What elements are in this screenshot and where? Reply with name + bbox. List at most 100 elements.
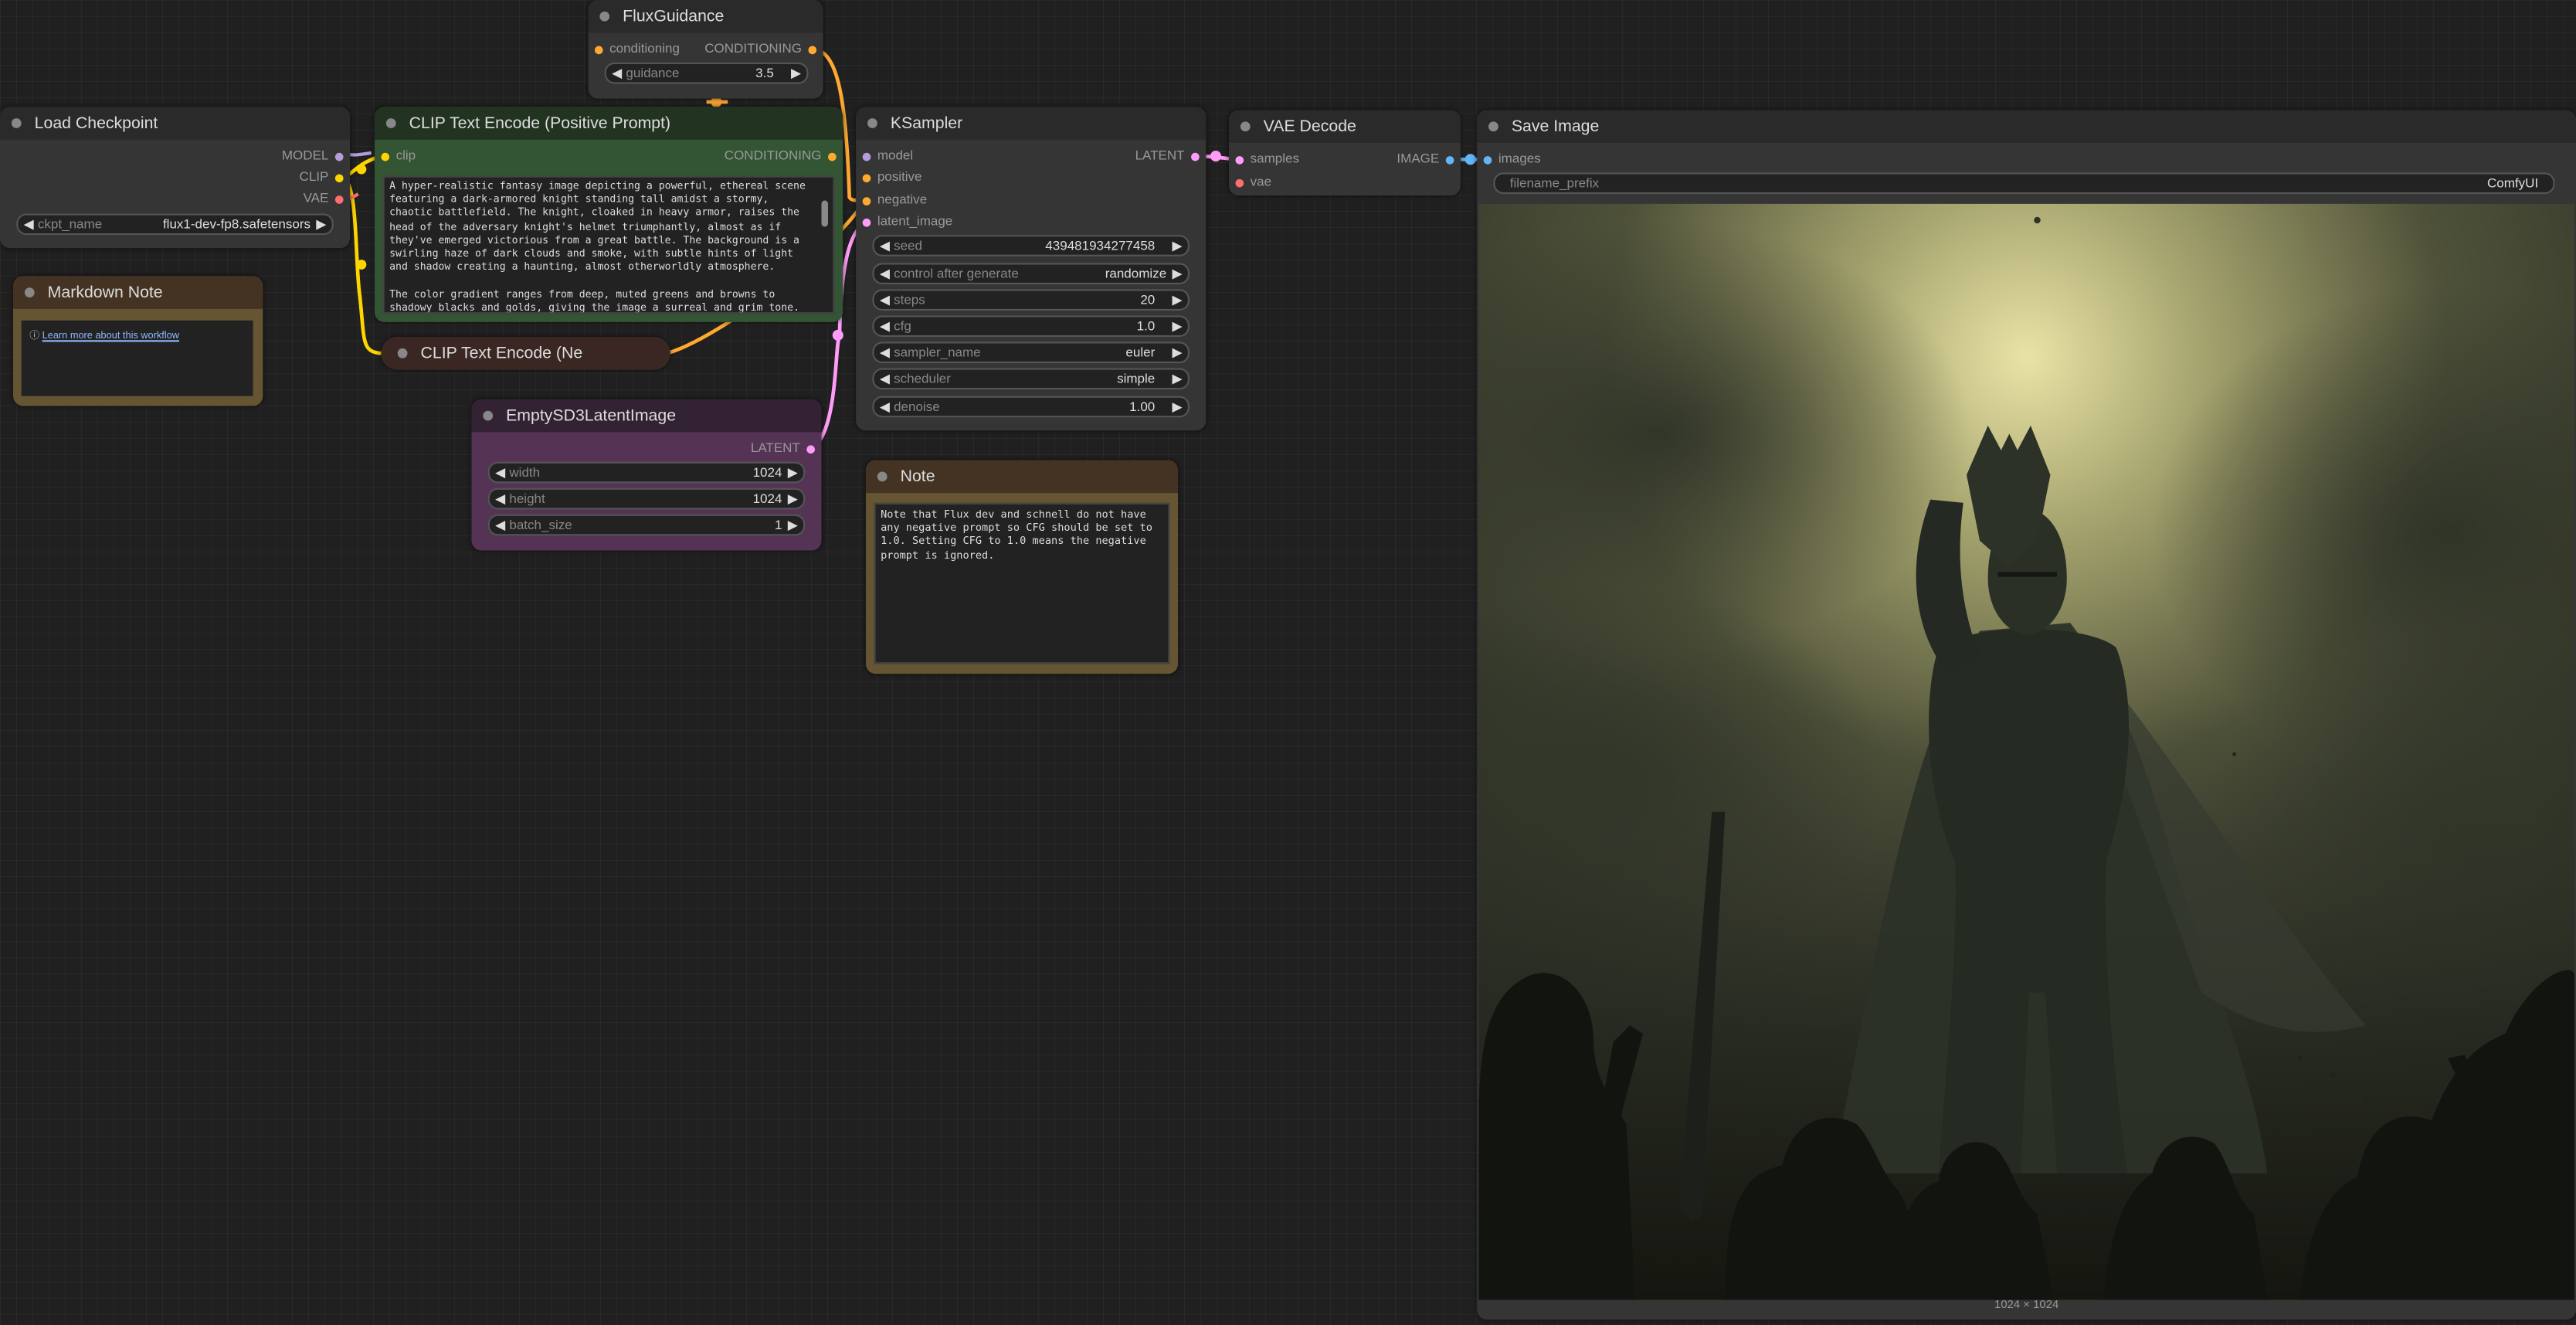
decrement-arrow-icon[interactable]: ◀ (877, 264, 892, 282)
input-samples[interactable]: samples (1229, 150, 1299, 170)
increment-arrow-icon[interactable]: ▶ (786, 490, 800, 508)
node-collapse-dot[interactable] (24, 287, 35, 297)
decrement-arrow-icon[interactable]: ◀ (877, 344, 892, 362)
note-node[interactable]: Note Note that Flux dev and schnell do n… (865, 460, 1179, 674)
textarea-scrollbar[interactable] (820, 181, 830, 309)
save-image-node[interactable]: Save Image images filename_prefix ComfyU… (1477, 110, 2576, 1320)
decrement-arrow-icon[interactable]: ◀ (877, 370, 892, 388)
output-image[interactable]: IMAGE (1397, 150, 1460, 170)
image-preview[interactable] (1478, 203, 2575, 1300)
decrement-arrow-icon[interactable]: ◀ (493, 464, 507, 481)
output-clip[interactable]: CLIP (300, 168, 351, 188)
decrement-arrow-icon[interactable]: ◀ (22, 216, 36, 233)
increment-arrow-icon[interactable]: ▶ (789, 64, 803, 82)
sampler-name-widget[interactable]: ◀ sampler_name euler ▶ (872, 341, 1190, 364)
increment-arrow-icon[interactable]: ▶ (786, 516, 800, 534)
increment-arrow-icon[interactable]: ▶ (1169, 236, 1184, 254)
widget-value: 1 (774, 518, 782, 533)
node-collapse-dot[interactable] (385, 118, 396, 128)
slot-label: LATENT (1135, 148, 1185, 163)
input-clip[interactable]: clip (375, 146, 416, 166)
decrement-arrow-icon[interactable]: ◀ (877, 290, 892, 308)
ksampler-node[interactable]: KSampler model LATENT positive negative … (856, 107, 1207, 431)
increment-arrow-icon[interactable]: ▶ (314, 216, 328, 233)
vae-decode-node[interactable]: VAE Decode samples IMAGE vae (1228, 110, 1461, 196)
info-icon: ⓘ (29, 331, 40, 342)
denoise-widget[interactable]: ◀ denoise 1.00 ▶ (872, 396, 1190, 418)
increment-arrow-icon[interactable]: ▶ (1169, 290, 1184, 308)
slot-label: CONDITIONING (724, 148, 822, 163)
decrement-arrow-icon[interactable]: ◀ (877, 318, 892, 335)
markdown-content: ⓘ Learn more about this workflow (21, 320, 253, 396)
increment-arrow-icon[interactable]: ▶ (1169, 344, 1184, 362)
height-widget[interactable]: ◀ height 1024 ▶ (487, 488, 806, 510)
decrement-arrow-icon[interactable]: ◀ (493, 490, 507, 508)
widget-label: sampler_name (894, 345, 981, 360)
output-conditioning[interactable]: CONDITIONING (704, 39, 823, 59)
decrement-arrow-icon[interactable]: ◀ (493, 516, 507, 534)
ckpt-name-widget[interactable]: ◀ ckpt_name flux1-dev-fp8.safetensors ▶ (16, 213, 334, 236)
node-collapse-dot[interactable] (599, 11, 610, 22)
control-after-generate-widget[interactable]: ◀ control after generate randomize ▶ (872, 263, 1190, 284)
slot-label: CLIP (299, 169, 329, 185)
learn-more-link[interactable]: Learn more about this workflow (42, 332, 179, 342)
node-title: VAE Decode (1263, 117, 1356, 136)
node-collapse-dot[interactable] (11, 118, 22, 128)
filename-prefix-widget[interactable]: filename_prefix ComfyUI (1493, 172, 2555, 194)
guidance-widget[interactable]: ◀ guidance 3.5 ▶ (604, 62, 809, 84)
empty-sd3-latent-image-node[interactable]: EmptySD3LatentImage LATENT ◀ width 1024 … (471, 399, 822, 551)
input-model[interactable]: model (856, 146, 913, 166)
seed-widget[interactable]: ◀ seed 439481934277458 ▶ (872, 235, 1190, 257)
node-collapse-dot[interactable] (397, 348, 408, 358)
node-title: Save Image (1511, 117, 1600, 136)
widget-value: 3.5 (755, 66, 774, 81)
node-title: EmptySD3LatentImage (506, 406, 677, 425)
output-vae[interactable]: VAE (304, 189, 350, 209)
slot-label: CONDITIONING (704, 41, 802, 56)
load-checkpoint-node[interactable]: Load Checkpoint MODEL CLIP VAE ◀ ckpt_na… (0, 107, 351, 249)
node-collapse-dot[interactable] (867, 118, 877, 128)
node-graph-canvas[interactable]: FluxGuidance conditioning CONDITIONING ◀… (0, 0, 2576, 1324)
output-latent[interactable]: LATENT (1135, 146, 1207, 166)
input-images[interactable]: images (1477, 150, 1541, 170)
flux-guidance-node[interactable]: FluxGuidance conditioning CONDITIONING ◀… (588, 0, 823, 99)
note-textarea[interactable]: Note that Flux dev and schnell do not ha… (874, 502, 1170, 664)
cfg-widget[interactable]: ◀ cfg 1.0 ▶ (872, 315, 1190, 338)
width-widget[interactable]: ◀ width 1024 ▶ (487, 461, 806, 484)
node-collapse-dot[interactable] (1488, 121, 1498, 132)
node-collapse-dot[interactable] (1240, 121, 1251, 132)
widget-value: 1.00 (1129, 399, 1156, 415)
input-latent-image[interactable]: latent_image (856, 212, 952, 232)
output-model[interactable]: MODEL (282, 146, 350, 166)
input-negative[interactable]: negative (856, 191, 927, 211)
widget-value: ComfyUI (2487, 175, 2539, 191)
decrement-arrow-icon[interactable]: ◀ (877, 398, 892, 416)
clip-text-encode-positive-node[interactable]: CLIP Text Encode (Positive Prompt) clip … (374, 107, 843, 322)
widget-value: 439481934277458 (1045, 238, 1156, 253)
node-title: FluxGuidance (623, 7, 725, 25)
output-conditioning[interactable]: CONDITIONING (725, 146, 843, 166)
output-latent[interactable]: LATENT (751, 439, 822, 459)
clip-text-encode-negative-node[interactable]: CLIP Text Encode (Ne (381, 337, 670, 370)
increment-arrow-icon[interactable]: ▶ (786, 464, 800, 481)
steps-widget[interactable]: ◀ steps 20 ▶ (872, 289, 1190, 311)
widget-value: 20 (1140, 292, 1156, 307)
decrement-arrow-icon[interactable]: ◀ (877, 236, 892, 254)
increment-arrow-icon[interactable]: ▶ (1169, 264, 1184, 282)
increment-arrow-icon[interactable]: ▶ (1169, 370, 1184, 388)
widget-value: 1.0 (1136, 318, 1156, 334)
batch-size-widget[interactable]: ◀ batch_size 1 ▶ (487, 514, 806, 536)
widget-label: guidance (626, 66, 680, 81)
input-vae[interactable]: vae (1229, 172, 1271, 192)
increment-arrow-icon[interactable]: ▶ (1169, 318, 1184, 335)
decrement-arrow-icon[interactable]: ◀ (609, 64, 624, 82)
node-collapse-dot[interactable] (483, 410, 494, 421)
prompt-textarea[interactable]: A hyper-realistic fantasy image depictin… (382, 175, 835, 314)
widget-value: 1024 (752, 491, 782, 507)
scheduler-widget[interactable]: ◀ scheduler simple ▶ (872, 368, 1190, 390)
markdown-note-node[interactable]: Markdown Note ⓘ Learn more about this wo… (13, 276, 263, 406)
input-positive[interactable]: positive (856, 168, 922, 188)
input-conditioning[interactable]: conditioning (588, 39, 680, 59)
increment-arrow-icon[interactable]: ▶ (1169, 398, 1184, 416)
node-collapse-dot[interactable] (877, 471, 888, 482)
